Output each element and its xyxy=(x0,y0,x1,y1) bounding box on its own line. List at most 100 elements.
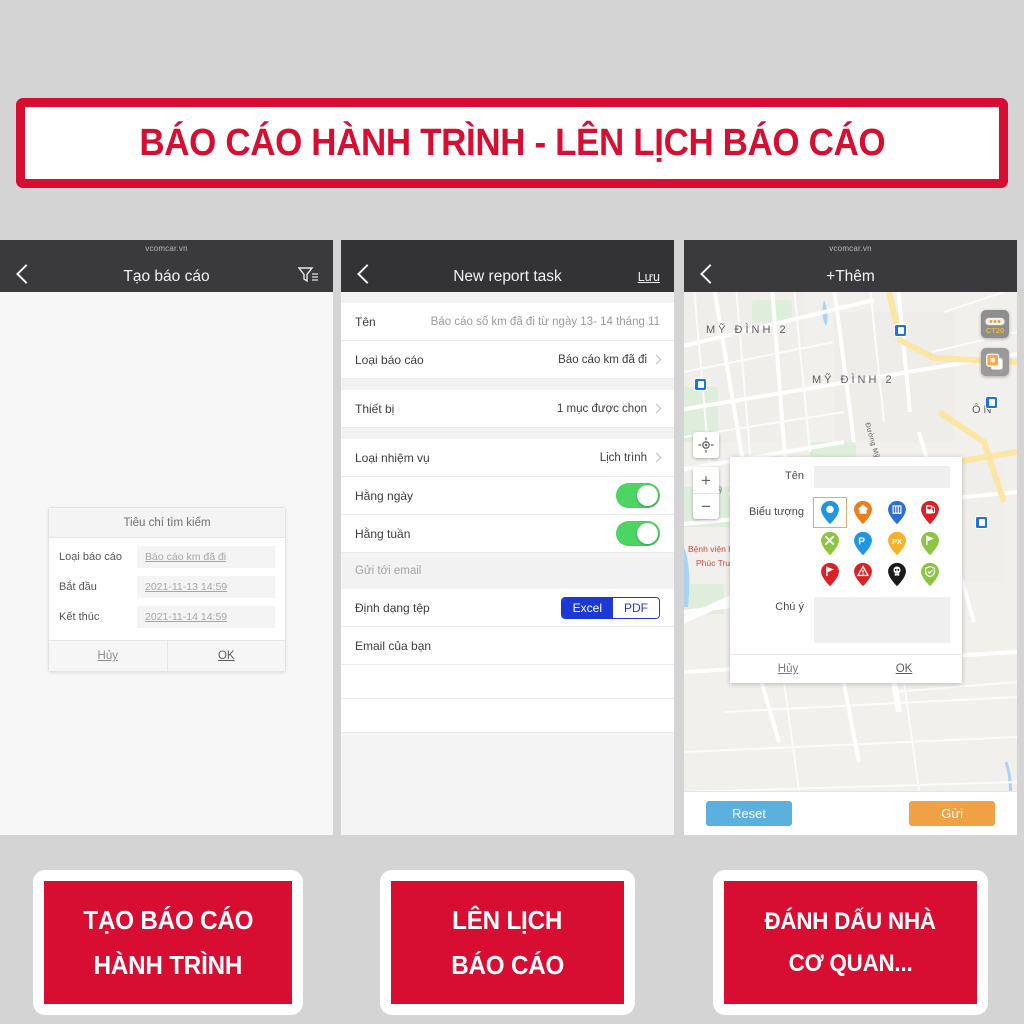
row-marker-symbol: Biểu tượng P PX xyxy=(730,488,962,589)
chevron-right-icon xyxy=(651,403,662,414)
value-device: 1 mục được chọn xyxy=(556,402,662,415)
field-report-type[interactable]: Báo cáo km đã đi xyxy=(137,546,275,568)
dialog-rows: Loại báo cáo Báo cáo km đã đi Bắt đầu 20… xyxy=(49,538,285,640)
filter-icon[interactable] xyxy=(297,266,319,284)
map-bus-stop-pin[interactable] xyxy=(975,516,988,529)
navbar-2: New report task Lưu xyxy=(341,240,674,292)
row-report-name[interactable]: Tên Báo cáo số km đã đi từ ngày 13- 14 t… xyxy=(341,303,674,341)
toggle-daily[interactable] xyxy=(616,483,660,508)
row-device[interactable]: Thiết bị 1 mục được chọn xyxy=(341,390,674,428)
section-send-to-email: Gửi tới email xyxy=(341,553,674,589)
field-start-time[interactable]: 2021-11-13 14:59 xyxy=(137,576,275,598)
pin-warning-icon[interactable] xyxy=(848,560,880,589)
caption-1-line-1: TẠO BÁO CÁO xyxy=(83,904,253,935)
label-device: Thiết bị xyxy=(355,401,395,416)
phone-screenshot-1: vcomcar.vn Tạo báo cáo Tiêu chí tìm kiếm… xyxy=(0,240,333,835)
caption-inner-1: TẠO BÁO CÁO HÀNH TRÌNH xyxy=(44,881,292,1004)
pin-parking-icon[interactable]: P xyxy=(848,529,880,558)
toggle-weekly[interactable] xyxy=(616,521,660,546)
label-marker-symbol: Biểu tượng xyxy=(749,506,804,518)
nav-title-3: +Thêm xyxy=(826,268,875,285)
reset-button[interactable]: Reset xyxy=(706,801,792,826)
phone-screenshot-3: vcomcar.vn +Thêm MỸ ĐÌNH 2 MỸ ĐÌNH 2 Đườ… xyxy=(684,240,1017,835)
label-your-email: Email của bạn xyxy=(355,638,432,653)
marker-ok-button[interactable]: OK xyxy=(846,655,962,683)
map-footer: Reset Gửi xyxy=(684,791,1017,835)
row-task-type[interactable]: Loại nhiệm vụ Lịch trình xyxy=(341,439,674,477)
label-task-type: Loại nhiệm vụ xyxy=(355,450,430,465)
segment-pdf[interactable]: PDF xyxy=(613,597,659,618)
search-criteria-dialog: Tiêu chí tìm kiếm Loại báo cáo Báo cáo k… xyxy=(48,507,286,672)
pin-px-icon[interactable]: PX xyxy=(881,529,913,558)
zoom-in-button[interactable]: + xyxy=(693,467,719,493)
row-daily: Hằng ngày xyxy=(341,477,674,515)
navbar-1: vcomcar.vn Tạo báo cáo xyxy=(0,240,333,292)
panel2-filler xyxy=(341,733,674,835)
pin-home-icon[interactable] xyxy=(848,498,880,527)
value-report-name: Báo cáo số km đã đi từ ngày 13- 14 tháng… xyxy=(430,315,660,328)
nav-title-1: Tạo báo cáo xyxy=(123,268,210,285)
row-weekly: Hằng tuần xyxy=(341,515,674,553)
my-location-icon[interactable] xyxy=(693,432,719,458)
send-button[interactable]: Gửi xyxy=(909,801,995,826)
map-label-my-dinh-2-b: MỸ ĐÌNH 2 xyxy=(812,374,895,386)
spacer-3 xyxy=(341,428,674,439)
row-file-format: Định dạng tệp Excel PDF xyxy=(341,589,674,627)
chevron-right-icon xyxy=(651,452,662,463)
map-view[interactable]: MỸ ĐÌNH 2 MỸ ĐÌNH 2 Mỹ Đình 2 Tân Mỹ Đườ… xyxy=(684,292,1017,835)
label-marker-note: Chú ý xyxy=(775,601,804,613)
zoom-out-button[interactable]: − xyxy=(693,493,719,519)
pin-office-icon[interactable] xyxy=(881,498,913,527)
value-device-text: 1 mục được chọn xyxy=(556,402,647,415)
segment-excel[interactable]: Excel xyxy=(561,597,613,618)
dialog-title: Tiêu chí tìm kiếm xyxy=(49,508,285,538)
row-email-entry-1[interactable] xyxy=(341,665,674,699)
pin-fuel-icon[interactable] xyxy=(915,498,947,527)
vehicle-plate-icon[interactable]: CT20 xyxy=(981,310,1009,338)
map-bus-stop-pin[interactable] xyxy=(894,324,907,337)
row-email-entry-2[interactable] xyxy=(341,699,674,733)
row-report-type: Loại báo cáo Báo cáo km đã đi xyxy=(59,546,275,568)
pin-flag-red-icon[interactable] xyxy=(814,560,846,589)
nav-title-2: New report task xyxy=(453,268,562,285)
pin-shield-icon[interactable] xyxy=(915,560,947,589)
marker-cancel-button[interactable]: Hủy xyxy=(730,655,846,683)
pin-marker-icon[interactable] xyxy=(813,497,847,528)
caption-2-line-1: LÊN LỊCH xyxy=(452,904,563,935)
caption-card-1: TẠO BÁO CÁO HÀNH TRÌNH xyxy=(33,870,303,1015)
pin-flag-green-icon[interactable] xyxy=(915,529,947,558)
cancel-button[interactable]: Hủy xyxy=(49,641,167,671)
map-layers-icon[interactable] xyxy=(981,348,1009,376)
back-button-2[interactable] xyxy=(357,263,372,285)
map-bus-stop-pin[interactable] xyxy=(985,396,998,409)
label-start-time: Bắt đầu xyxy=(59,581,97,593)
map-label-my-dinh-2-a: MỸ ĐÌNH 2 xyxy=(706,324,789,336)
caption-inner-2: LÊN LỊCH BÁO CÁO xyxy=(391,881,624,1004)
input-marker-note[interactable] xyxy=(814,597,950,643)
add-marker-dialog: Tên Biểu tượng P PX Chú ý Hủy OK xyxy=(730,457,962,683)
row-report-type[interactable]: Loại báo cáo Báo cáo km đã đi xyxy=(341,341,674,379)
field-end-time[interactable]: 2021-11-14 14:59 xyxy=(137,606,275,628)
marker-dialog-footer: Hủy OK xyxy=(730,654,962,683)
caption-3-line-2: CƠ QUAN... xyxy=(788,949,913,977)
row-end-time: Kết thúc 2021-11-14 14:59 xyxy=(59,606,275,628)
row-marker-name: Tên xyxy=(730,457,962,488)
ok-button[interactable]: OK xyxy=(166,641,286,671)
back-button-1[interactable] xyxy=(16,263,31,285)
save-button[interactable]: Lưu xyxy=(638,270,660,284)
back-button-3[interactable] xyxy=(700,263,715,285)
label-file-format: Định dạng tệp xyxy=(355,600,430,615)
value-report-type-text: Báo cáo km đã đi xyxy=(558,353,647,366)
chevron-right-icon xyxy=(651,354,662,365)
label-report-name: Tên xyxy=(355,314,376,329)
row-marker-note: Chú ý xyxy=(730,589,962,643)
input-marker-name[interactable] xyxy=(814,466,950,488)
caption-1-line-2: HÀNH TRÌNH xyxy=(93,949,243,980)
caption-3-line-1: ĐÁNH DẤU NHÀ xyxy=(764,907,937,935)
pin-danger-icon[interactable] xyxy=(881,560,913,589)
label-daily: Hằng ngày xyxy=(355,488,414,503)
map-bus-stop-pin[interactable] xyxy=(694,378,707,391)
panel2-body: Tên Báo cáo số km đã đi từ ngày 13- 14 t… xyxy=(341,292,674,835)
row-your-email[interactable]: Email của bạn xyxy=(341,627,674,665)
pin-repair-icon[interactable] xyxy=(814,529,846,558)
